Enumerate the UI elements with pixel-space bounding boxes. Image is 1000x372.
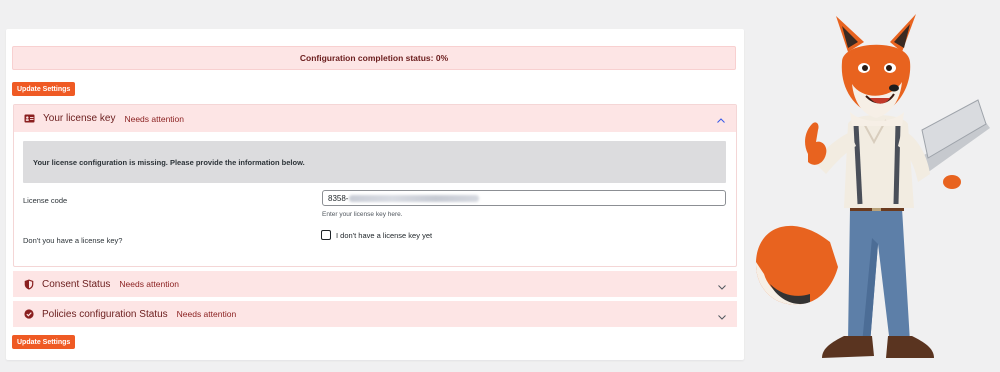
consent-section: Consent Status Needs attention (13, 271, 737, 297)
no-license-key-option[interactable]: I don't have a license key yet (321, 230, 432, 240)
license-code-label: License code (23, 196, 68, 205)
settings-card: Configuration completion status: 0% Upda… (6, 29, 744, 360)
no-license-key-checkbox[interactable] (321, 230, 331, 240)
chevron-up-icon[interactable] (716, 113, 726, 123)
license-section: Your license key Needs attention Your li… (13, 104, 737, 267)
consent-status-badge: Needs attention (119, 279, 179, 289)
consent-section-title: Consent Status (42, 278, 111, 290)
update-settings-button-bottom[interactable]: Update Settings (12, 335, 76, 349)
check-circle-icon (23, 309, 34, 320)
chevron-down-icon[interactable] (717, 309, 727, 320)
missing-license-notice: Your license configuration is missing. P… (23, 141, 726, 183)
license-section-header[interactable]: Your license key Needs attention (14, 105, 736, 132)
shield-icon (23, 279, 34, 290)
license-code-value: 8358- (328, 193, 349, 203)
missing-license-notice-text: Your license configuration is missing. P… (33, 157, 305, 167)
license-code-help: Enter your license key here. (322, 211, 403, 218)
no-license-key-checkbox-label[interactable]: I don't have a license key yet (336, 231, 432, 240)
license-section-title: Your license key (43, 113, 116, 124)
chevron-down-icon[interactable] (717, 279, 727, 290)
id-card-icon (24, 113, 35, 124)
completion-status-text: Configuration completion status: 0% (299, 53, 449, 63)
policies-section-header[interactable]: Policies configuration Status Needs atte… (13, 301, 737, 327)
license-code-input[interactable]: 8358- (322, 190, 726, 206)
policies-status-badge: Needs attention (176, 309, 237, 319)
license-status-badge: Needs attention (124, 113, 184, 124)
policies-section-title: Policies configuration Status (42, 308, 168, 320)
no-license-key-label: Don't you have a license key? (23, 236, 123, 245)
completion-status-bar: Configuration completion status: 0% (12, 46, 736, 70)
fox-mascot-illustration (755, 14, 990, 358)
policies-section: Policies configuration Status Needs atte… (13, 301, 737, 327)
update-settings-button-top[interactable]: Update Settings (12, 82, 76, 96)
license-code-redacted (349, 194, 480, 202)
consent-section-header[interactable]: Consent Status Needs attention (13, 271, 737, 297)
